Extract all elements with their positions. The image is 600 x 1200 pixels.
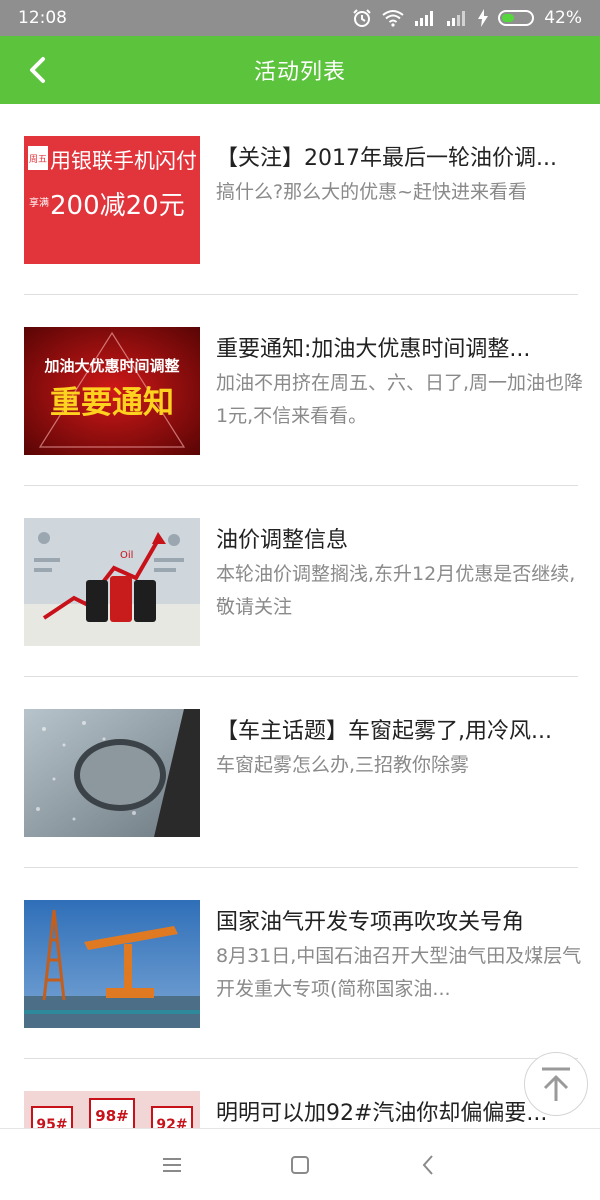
item-desc: 车窗起雾怎么办,三招教你除雾	[216, 754, 470, 776]
item-thumbnail: 加油大优惠时间调整 重要通知	[24, 327, 200, 455]
thumb-label: 92#	[156, 1117, 187, 1128]
wifi-icon	[382, 9, 404, 27]
activity-list: 周五 用银联手机闪付 享满 200减20元 【关注】2017年最后一轮油价调..…	[0, 104, 600, 1128]
status-icons: 42%	[352, 8, 582, 28]
navigation-bar	[0, 1128, 600, 1200]
thumb-badge: 周五	[29, 154, 47, 165]
charging-icon	[478, 9, 489, 27]
square-icon	[291, 1155, 309, 1174]
status-bar: 12:08 42%	[0, 0, 600, 36]
item-title: 【关注】2017年最后一轮油价调...	[216, 146, 557, 171]
alarm-icon	[352, 8, 372, 28]
item-thumbnail: 95# 98# 92#	[24, 1091, 200, 1128]
arrow-up-icon	[542, 1067, 570, 1101]
thumb-line2: 重要通知	[50, 385, 174, 421]
thumb-label: 98#	[95, 1107, 128, 1125]
item-title: 【车主话题】车窗起雾了,用冷风...	[216, 719, 552, 744]
item-desc: 搞什么?那么大的优惠~赶快进来看看	[216, 181, 528, 203]
thumb-line2: 200减20元	[50, 191, 185, 221]
item-thumbnail	[24, 900, 200, 1028]
item-desc: 8月31日,中国石油召开大型油气田及煤层气开发重大专项(简称国家油...	[216, 945, 582, 1000]
home-button[interactable]	[280, 1145, 320, 1185]
thumb-label: 95#	[36, 1117, 67, 1128]
item-desc: 加油不用挤在周五、六、日了,周一加油也降1元,不信来看看。	[216, 372, 584, 427]
item-title: 油价调整信息	[216, 528, 349, 553]
thumb-line1: 用银联手机闪付	[50, 149, 197, 173]
menu-icon	[163, 1157, 181, 1172]
thumb-prefix: 享满	[29, 196, 49, 209]
app-bar: 活动列表	[0, 36, 600, 104]
signal-icon-1	[414, 10, 436, 26]
list-item[interactable]: 加油大优惠时间调整 重要通知 重要通知:加油大优惠时间调整... 加油不用挤在周…	[24, 295, 583, 486]
nav-back-button[interactable]	[408, 1145, 448, 1185]
item-thumbnail	[24, 709, 200, 837]
item-desc: 本轮油价调整搁浅,东升12月优惠是否继续,敬请关注	[216, 563, 576, 618]
thumb-line1: 加油大优惠时间调整	[43, 357, 179, 375]
list-item[interactable]: 国家油气开发专项再吹攻关号角 8月31日,中国石油召开大型油气田及煤层气开发重大…	[24, 868, 581, 1059]
status-time: 12:08	[18, 8, 67, 28]
list-item[interactable]: 95# 98# 92# 明明可以加92#汽油你却偏偏要...	[24, 1059, 578, 1128]
list-item[interactable]: Oil 油价调整信息 本轮油价调整搁浅,东升12月优惠是否继续,敬请关注	[24, 486, 578, 677]
page-title: 活动列表	[253, 60, 346, 85]
back-button[interactable]	[14, 46, 62, 94]
item-title: 国家油气开发专项再吹攻关号角	[216, 910, 525, 935]
list-item[interactable]: 周五 用银联手机闪付 享满 200减20元 【关注】2017年最后一轮油价调..…	[24, 104, 578, 295]
scroll-to-top-button[interactable]	[524, 1052, 588, 1116]
signal-icon-2	[446, 10, 468, 26]
list-item[interactable]: 【车主话题】车窗起雾了,用冷风... 车窗起雾怎么办,三招教你除雾	[24, 677, 578, 868]
menu-button[interactable]	[152, 1145, 192, 1185]
item-thumbnail: 周五 用银联手机闪付 享满 200减20元	[24, 136, 200, 264]
item-title: 重要通知:加油大优惠时间调整...	[216, 337, 531, 362]
chevron-left-icon	[422, 1154, 433, 1175]
item-thumbnail: Oil	[24, 518, 200, 646]
battery-icon	[498, 10, 535, 26]
chevron-left-icon	[30, 57, 45, 83]
thumb-label: Oil	[120, 550, 133, 561]
battery-percent: 42%	[544, 8, 582, 28]
